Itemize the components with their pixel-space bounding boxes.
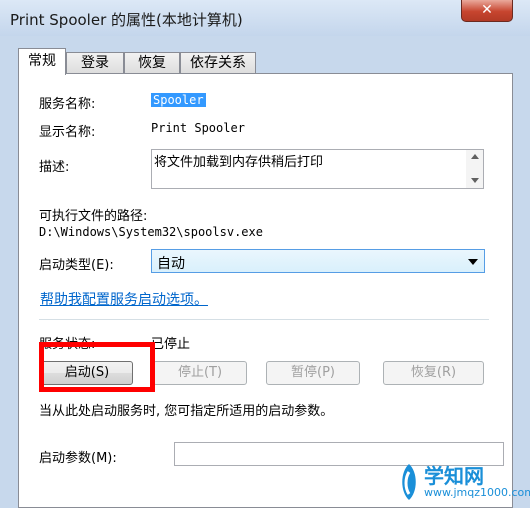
startup-type-label: 启动类型(E):	[39, 258, 114, 273]
exe-path-value[interactable]: D:\Windows\System32\spoolsv.exe	[39, 225, 263, 239]
tab-general[interactable]: 常规	[18, 48, 66, 75]
stop-button[interactable]: 停止(T)	[153, 361, 247, 385]
tab-recovery[interactable]: 恢复	[124, 52, 180, 74]
tab-dependencies[interactable]: 依存关系	[180, 52, 256, 74]
description-scrollbar[interactable]	[466, 150, 483, 188]
startup-type-value: 自动	[157, 256, 185, 272]
pause-button[interactable]: 暂停(P)	[266, 361, 360, 385]
site-watermark: 学知网 www.jmqz1000.com	[396, 458, 530, 508]
divider	[39, 319, 489, 320]
scroll-down-arrow-icon[interactable]	[471, 178, 479, 183]
display-name-value[interactable]: Print Spooler	[151, 121, 245, 135]
start-params-label: 启动参数(M):	[39, 451, 117, 466]
start-params-hint: 当从此处启动服务时, 您可指定所适用的启动参数。	[39, 404, 334, 419]
description-text: 将文件加载到内存供稍后打印	[154, 155, 324, 170]
startup-type-select[interactable]: 自动	[151, 249, 485, 273]
watermark-url: www.jmqz1000.com	[424, 486, 530, 499]
service-name-value[interactable]: Spooler	[151, 93, 206, 107]
tab-logon[interactable]: 登录	[66, 52, 124, 74]
service-name-text: Spooler	[151, 93, 206, 107]
resume-button[interactable]: 恢复(R)	[383, 361, 484, 385]
window-title: Print Spooler 的属性(本地计算机)	[10, 11, 243, 29]
display-name-label: 显示名称:	[39, 125, 96, 140]
exe-path-label: 可执行文件的路径:	[39, 209, 148, 224]
properties-dialog: Print Spooler 的属性(本地计算机) ✕ 常规 登录 恢复 依存关系…	[0, 0, 530, 508]
watermark-logo-icon	[402, 464, 416, 500]
highlight-box	[39, 342, 155, 392]
close-button[interactable]: ✕	[461, 0, 513, 22]
scroll-up-arrow-icon[interactable]	[471, 154, 479, 159]
close-icon: ✕	[481, 2, 493, 18]
help-link[interactable]: 帮助我配置服务启动选项。	[40, 289, 208, 309]
description-label: 描述:	[39, 160, 70, 175]
description-field[interactable]: 将文件加载到内存供稍后打印	[151, 149, 484, 189]
service-name-label: 服务名称:	[39, 97, 96, 112]
watermark-brand: 学知网	[424, 464, 484, 488]
chevron-down-icon	[468, 259, 478, 265]
general-panel: 服务名称: Spooler 显示名称: Print Spooler 描述: 将文…	[18, 73, 513, 508]
title-bar[interactable]: Print Spooler 的属性(本地计算机) ✕	[0, 0, 530, 36]
service-status-value: 已停止	[151, 337, 191, 352]
